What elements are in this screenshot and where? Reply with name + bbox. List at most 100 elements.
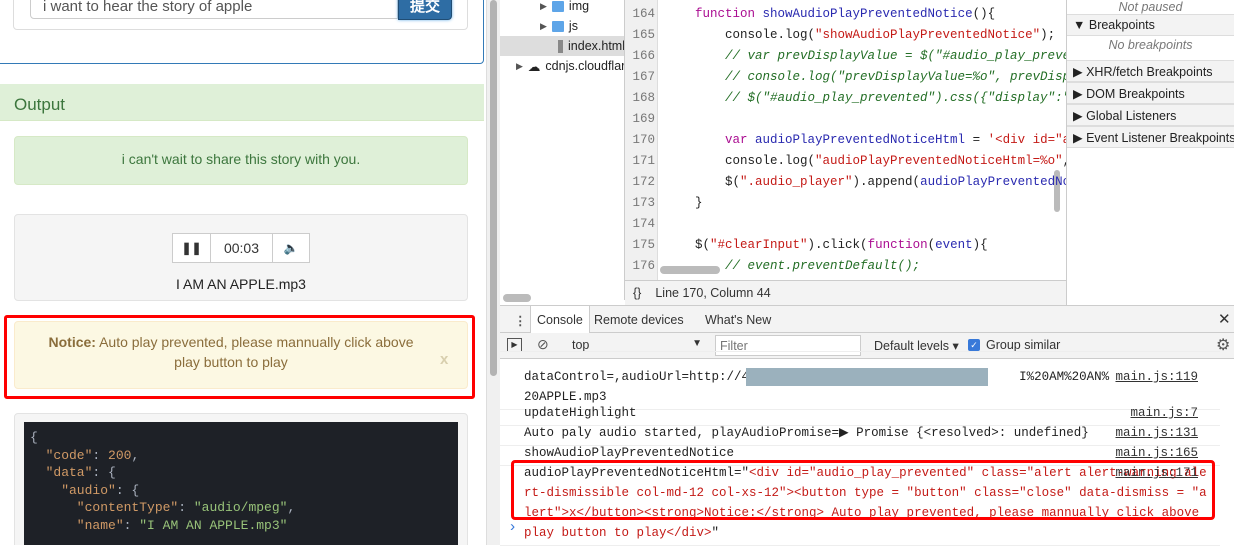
- expand-arrow-icon[interactable]: ▶: [516, 61, 523, 72]
- json-line: "data": {: [30, 464, 452, 482]
- tab-whats-new[interactable]: What's New: [699, 306, 777, 333]
- tree-scrollbar[interactable]: [503, 294, 531, 302]
- json-line: "audio": {: [30, 482, 452, 500]
- json-token: "audio/mpeg": [193, 500, 288, 515]
- json-token: "audio": [30, 482, 116, 498]
- global-listeners-section[interactable]: ▶ Global Listeners: [1067, 104, 1234, 126]
- tree-item-cloud[interactable]: ▶ ☁ cdnjs.cloudflare.com: [516, 56, 624, 76]
- code-token: $(: [665, 175, 741, 189]
- code-line: 171 console.log("audioPlayPreventedNotic…: [625, 151, 1066, 172]
- volume-icon: 🔈: [283, 241, 299, 255]
- code-line: 169: [625, 109, 1066, 130]
- volume-button[interactable]: 🔈: [273, 234, 309, 262]
- line-number: 176: [632, 259, 655, 273]
- section-label: Breakpoints: [1088, 18, 1155, 32]
- json-line: "code": 200,: [30, 447, 452, 465]
- code-token: function: [665, 7, 763, 21]
- code-line: 164 function showAudioPlayPreventedNotic…: [625, 4, 1066, 25]
- json-token: "contentType": [30, 500, 179, 515]
- message-suffix: ": [711, 526, 720, 540]
- folder-icon: [551, 0, 564, 12]
- section-label: Event Listener Breakpoints: [1086, 131, 1234, 145]
- json-token: {: [30, 430, 38, 445]
- code-token: );: [1040, 28, 1056, 42]
- json-token: ,: [287, 500, 296, 515]
- dom-breakpoints-section[interactable]: ▶ DOM Breakpoints: [1067, 82, 1234, 104]
- code-token: ".audio_player": [740, 175, 853, 189]
- code-token: "audioPlayPreventedNoticeHtml=%o": [815, 154, 1063, 168]
- tree-item-folder[interactable]: ▶ img: [540, 0, 589, 16]
- code-line: 165 console.log("showAudioPlayPreventedN…: [625, 25, 1066, 46]
- section-label: DOM Breakpoints: [1086, 87, 1185, 101]
- expand-arrow-icon[interactable]: ▶: [540, 1, 547, 12]
- event-listener-breakpoints-section[interactable]: ▶ Event Listener Breakpoints: [1067, 126, 1234, 148]
- code-line: 167 // console.log("prevDisplayValue=%o"…: [625, 67, 1067, 88]
- settings-gear-icon[interactable]: ⚙: [1216, 335, 1230, 355]
- line-number: 165: [632, 28, 655, 42]
- json-line: "contentType": "audio/mpeg",: [30, 499, 452, 517]
- code-token: $(: [665, 238, 711, 252]
- source-link[interactable]: main.js:131: [1115, 423, 1198, 443]
- code-token: '<div id="a: [987, 133, 1067, 147]
- page-scrollbar[interactable]: [486, 0, 500, 545]
- line-number: 173: [632, 196, 655, 210]
- expand-arrow-icon[interactable]: ▶: [540, 21, 547, 32]
- tree-item-file[interactable]: index.html: [500, 36, 625, 56]
- scrollbar-thumb[interactable]: [490, 0, 497, 376]
- json-token: "code": [30, 447, 93, 463]
- cursor-position: Line 170, Column 44: [655, 286, 771, 300]
- code-token: ).append(: [852, 175, 921, 189]
- code-token: // var prevDisplayValue = $("#audio_play…: [665, 49, 1067, 63]
- drawer-tabs: ⋮ Console Remote devices What's New ✕: [500, 305, 1234, 333]
- code-token: (: [927, 238, 936, 252]
- drawer-menu-icon[interactable]: ⋮: [508, 306, 533, 333]
- audio-time: 00:03: [211, 234, 273, 262]
- section-label: XHR/fetch Breakpoints: [1086, 65, 1213, 79]
- request-input[interactable]: i want to hear the story of apple: [30, 0, 398, 19]
- audio-filename: I AM AN APPLE.mp3: [176, 276, 306, 292]
- pretty-print-icon[interactable]: {}: [633, 286, 641, 300]
- tab-remote-devices[interactable]: Remote devices: [588, 306, 690, 333]
- code-line: 174: [625, 214, 1066, 235]
- code-editor[interactable]: 164 function showAudioPlayPreventedNotic…: [625, 0, 1067, 280]
- json-token: 200: [108, 447, 132, 463]
- tree-item-folder[interactable]: ▶ js: [540, 16, 578, 36]
- code-token: (){: [972, 7, 996, 21]
- section-label: Global Listeners: [1086, 109, 1177, 123]
- xhr-breakpoints-section[interactable]: ▶ XHR/fetch Breakpoints: [1067, 60, 1234, 82]
- code-token: audioPlayPreventedNo: [920, 175, 1067, 189]
- json-token: "data": [30, 465, 93, 480]
- no-breakpoints-text: No breakpoints: [1108, 38, 1193, 52]
- breakpoints-section[interactable]: ▼ Breakpoints: [1067, 14, 1234, 36]
- json-token: : {: [115, 482, 140, 498]
- json-token: :: [92, 447, 109, 463]
- line-number: 172: [632, 175, 655, 189]
- pause-button[interactable]: ❚❚: [173, 234, 211, 262]
- code-token: ).click(: [807, 238, 868, 252]
- web-page: i want to hear the story of apple 提交 Out…: [0, 0, 486, 545]
- reply-text: i can't wait to share this story with yo…: [121, 151, 361, 167]
- code-token: "showAudioPlayPreventedNotice": [815, 28, 1041, 42]
- code-token: // console.log("prevDisplayValue=%o", pr…: [665, 70, 1067, 84]
- code-token: "#clearInput": [710, 238, 808, 252]
- close-drawer-icon[interactable]: ✕: [1212, 306, 1234, 333]
- code-line: 173 }: [625, 193, 1066, 214]
- cloud-icon: ☁: [527, 59, 541, 74]
- code-token: ){: [972, 238, 988, 252]
- source-link[interactable]: main.js:7: [1130, 403, 1198, 423]
- message-text: updateHighlight: [524, 406, 637, 420]
- json-token: "name": [30, 517, 124, 533]
- pause-icon: ❚❚: [181, 241, 202, 255]
- response-json: { "code": 200, "data": { "audio": { "con…: [24, 422, 458, 545]
- line-number: 169: [632, 112, 655, 126]
- tree-item-label: index.html: [568, 39, 625, 53]
- console-prompt[interactable]: ›: [508, 519, 517, 536]
- editor-status-bar: {} Line 170, Column 44: [625, 280, 1067, 305]
- source-link[interactable]: main.js:119: [1115, 367, 1198, 387]
- json-line: {: [30, 429, 452, 447]
- code-line: 166 // var prevDisplayValue = $("#audio_…: [625, 46, 1067, 67]
- tab-console[interactable]: Console: [530, 306, 590, 333]
- debugger-sidebar: Not paused ▼ Breakpoints No breakpoints …: [1067, 0, 1234, 305]
- console-filter-input[interactable]: [715, 335, 861, 356]
- submit-button[interactable]: 提交: [398, 0, 452, 20]
